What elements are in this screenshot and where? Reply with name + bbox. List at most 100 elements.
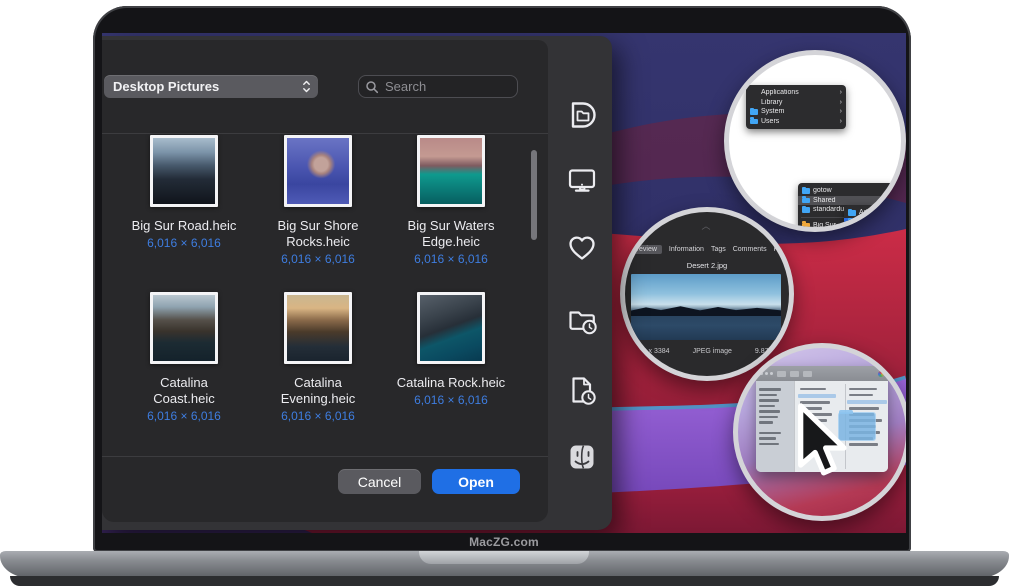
sidebar-row [759, 432, 781, 435]
file-thumbnail [417, 135, 485, 207]
preview-dimensions: 6016 x 3384 [631, 348, 670, 355]
file-thumbnail [150, 135, 218, 207]
base-shadow [10, 576, 999, 586]
file-thumbnail [284, 292, 352, 364]
file-dimensions: 6,016 × 6,016 [414, 252, 488, 266]
recent-folders-icon[interactable] [560, 298, 604, 342]
cursor-arrow-icon [790, 402, 856, 491]
toolbar-control [803, 371, 812, 377]
file-item[interactable]: Big Sur Shore Rocks.heic 6,016 × 6,016 [263, 135, 373, 266]
folder-icon [848, 220, 856, 226]
file-row [849, 394, 873, 397]
dragdrop-callout [733, 343, 906, 521]
watermark: MacZG.com [102, 535, 906, 551]
file-row [798, 394, 836, 398]
file-dimensions: 6,016 × 6,016 [281, 409, 355, 423]
tab-information: Information [669, 246, 704, 253]
file-item[interactable]: Catalina Rock.heic 6,016 × 6,016 [396, 292, 506, 407]
search-icon [365, 80, 379, 94]
file-item[interactable]: Big Sur Waters Edge.heic 6,016 × 6,016 [396, 135, 506, 266]
tab-comments: Comments [733, 246, 767, 253]
open-button[interactable]: Open [432, 469, 520, 494]
cancel-button[interactable]: Cancel [338, 469, 421, 494]
spacer [750, 90, 758, 96]
file-item[interactable]: Big Sur Road.heic 6,016 × 6,016 [129, 135, 239, 250]
submenu-arrow-icon [840, 99, 842, 106]
sidebar-row [759, 394, 777, 397]
sidebar-row [759, 437, 776, 440]
search-field[interactable] [358, 75, 518, 98]
file-item[interactable]: Catalina Coast.heic 6,016 × 6,016 [129, 292, 239, 423]
preview-tab-bar: Preview Information Tags Comments Permis… [625, 245, 791, 254]
finder-menu-level1: Applications Library System Users [746, 85, 846, 129]
file-dimensions: 6,016 × 6,016 [147, 409, 221, 423]
sidebar-row [759, 421, 773, 424]
folder-icon [802, 198, 810, 204]
submenu-arrow-icon [840, 108, 842, 115]
tab-preview: Preview [627, 245, 662, 254]
sidebar-row [759, 443, 779, 446]
finder-toolbar [756, 366, 888, 381]
divider [102, 456, 548, 457]
drag-handle-icon: ︿ [695, 224, 717, 230]
folder-icon [802, 207, 810, 213]
preview-callout: ︿ Preview Information Tags Comments Perm… [620, 207, 794, 381]
folder-icon [802, 188, 810, 194]
file-name: Catalina Coast.heic [129, 375, 239, 407]
window-button [770, 372, 773, 375]
file-thumbnail [284, 135, 352, 207]
laptop-base [0, 551, 1009, 578]
file-name: Catalina Rock.heic [397, 375, 505, 391]
menu-item: Applications [746, 88, 846, 98]
spacer [750, 100, 758, 106]
menu-item: Library [746, 98, 846, 108]
sidebar-row [759, 388, 781, 391]
finder-icon[interactable] [560, 435, 604, 479]
computer-icon[interactable] [560, 158, 604, 202]
scrollbar[interactable] [531, 150, 537, 240]
default-folder-panel: Desktop Pictures Big Sur Road.heic 6,016… [102, 36, 612, 530]
window-button [765, 372, 768, 375]
folder-icon [848, 210, 856, 216]
laptop-screen: Desktop Pictures Big Sur Road.heic 6,016… [102, 33, 906, 533]
folder-icon [750, 119, 758, 125]
menus-callout: Applications Library System Users gotow … [724, 50, 906, 232]
toolbar-control [777, 371, 786, 377]
recent-files-icon[interactable] [560, 368, 604, 412]
submenu-arrow-icon [840, 89, 842, 96]
location-dropdown[interactable]: Desktop Pictures [104, 75, 318, 98]
menu-item: Users [746, 117, 846, 127]
file-name: Catalina Evening.heic [263, 375, 373, 407]
file-name: Big Sur Shore Rocks.heic [263, 218, 373, 250]
search-input[interactable] [383, 78, 505, 95]
menu-item: System [746, 107, 846, 117]
lid-notch [419, 551, 589, 564]
finder-sidebar [756, 381, 794, 472]
window-button [760, 372, 763, 375]
file-row [800, 388, 826, 391]
sidebar-row [759, 399, 779, 402]
submenu-arrow-icon [840, 118, 842, 125]
file-dimensions: 6,016 × 6,016 [147, 236, 221, 250]
sidebar-row [759, 405, 775, 408]
file-item[interactable]: Catalina Evening.heic 6,016 × 6,016 [263, 292, 373, 423]
location-dropdown-value: Desktop Pictures [104, 79, 297, 94]
menu-item-selected: Shared [798, 196, 894, 206]
favorites-heart-icon[interactable] [560, 226, 604, 270]
preview-filetype: JPEG image [693, 348, 732, 355]
sidebar-row [759, 416, 778, 419]
disk-icon [802, 223, 810, 229]
menu-item-selected: Library [844, 218, 906, 228]
file-dimensions: 6,016 × 6,016 [281, 252, 355, 266]
submenu-arrow-icon [888, 187, 890, 194]
promo-graphic: Desktop Pictures Big Sur Road.heic 6,016… [0, 0, 1009, 586]
file-row [849, 388, 877, 391]
file-dimensions: 6,016 × 6,016 [414, 393, 488, 407]
app-badge-icon [878, 371, 884, 377]
preview-info: 6016 x 3384 JPEG image 9.87 MB [631, 348, 781, 355]
sidebar-row [759, 410, 780, 413]
default-folder-icon[interactable] [560, 93, 604, 137]
open-dialog: Desktop Pictures Big Sur Road.heic 6,016… [102, 40, 548, 522]
file-thumbnail [417, 292, 485, 364]
tab-tags: Tags [711, 246, 726, 253]
